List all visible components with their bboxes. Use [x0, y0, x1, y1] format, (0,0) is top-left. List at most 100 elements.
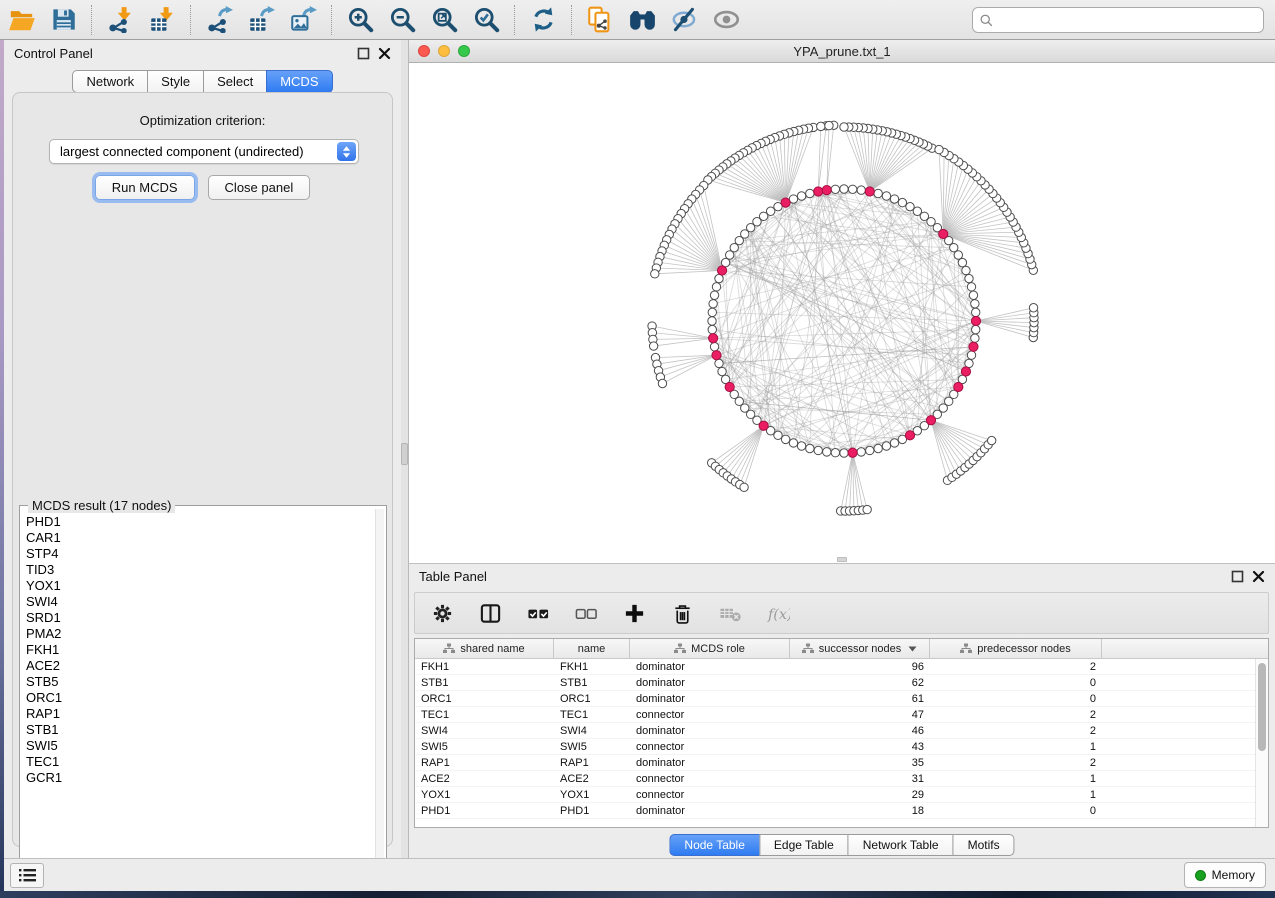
show-all-button[interactable]: [707, 3, 745, 37]
graph-leaf-node[interactable]: [840, 123, 848, 131]
graph-dominator-node[interactable]: [781, 198, 790, 207]
graph-node[interactable]: [848, 185, 856, 193]
graph-node[interactable]: [797, 192, 805, 200]
graph-node[interactable]: [814, 446, 822, 454]
graph-node[interactable]: [890, 439, 898, 447]
graph-node[interactable]: [882, 192, 890, 200]
delete-column-button[interactable]: [669, 600, 695, 626]
clone-network-button[interactable]: [581, 3, 619, 37]
zoom-out-button[interactable]: [383, 3, 421, 37]
mcds-result-item[interactable]: STB1: [24, 722, 372, 738]
graph-node[interactable]: [715, 359, 723, 367]
table-row[interactable]: YOX1YOX1connector291: [415, 787, 1255, 803]
network-canvas[interactable]: [409, 63, 1275, 562]
network-graph[interactable]: [409, 63, 1275, 562]
first-neighbors-button[interactable]: [623, 3, 661, 37]
table-settings-button[interactable]: [429, 600, 455, 626]
graph-dominator-node[interactable]: [954, 382, 963, 391]
zoom-selected-button[interactable]: [467, 3, 505, 37]
graph-node[interactable]: [725, 251, 733, 259]
graph-leaf-node[interactable]: [740, 483, 748, 491]
splitter-grip[interactable]: [401, 443, 408, 465]
graph-dominator-node[interactable]: [971, 316, 980, 325]
graph-node[interactable]: [840, 449, 848, 457]
column-header-successor-nodes[interactable]: successor nodes: [790, 639, 930, 658]
graph-node[interactable]: [823, 448, 831, 456]
graph-leaf-node[interactable]: [651, 270, 659, 278]
mcds-result-list[interactable]: PHD1CAR1STP4TID3YOX1SWI4SRD1PMA2FKH1ACE2…: [24, 514, 372, 872]
deselect-all-checkboxes-button[interactable]: [573, 600, 599, 626]
task-history-button[interactable]: [10, 863, 44, 888]
select-all-checkboxes-button[interactable]: [525, 600, 551, 626]
graph-node[interactable]: [965, 274, 973, 282]
graph-node[interactable]: [797, 442, 805, 450]
mcds-result-item[interactable]: ORC1: [24, 690, 372, 706]
graph-dominator-node[interactable]: [926, 416, 935, 425]
graph-dominator-node[interactable]: [759, 421, 768, 430]
horizontal-splitter-grip[interactable]: [837, 557, 847, 562]
mcds-result-item[interactable]: SRD1: [24, 610, 372, 626]
split-panel-button[interactable]: [477, 600, 503, 626]
mcds-result-item[interactable]: FKH1: [24, 642, 372, 658]
vertical-splitter[interactable]: [401, 40, 408, 858]
graph-node[interactable]: [971, 300, 979, 308]
mcds-result-item[interactable]: PMA2: [24, 626, 372, 642]
graph-node[interactable]: [967, 283, 975, 291]
graph-leaf-node[interactable]: [1029, 304, 1037, 312]
tab-select[interactable]: Select: [203, 70, 266, 93]
graph-node[interactable]: [710, 291, 718, 299]
graph-leaf-node[interactable]: [935, 145, 943, 153]
close-panel-button[interactable]: Close panel: [208, 175, 311, 200]
graph-node[interactable]: [708, 308, 716, 316]
graph-dominator-node[interactable]: [848, 448, 857, 457]
graph-node[interactable]: [840, 185, 848, 193]
save-session-button[interactable]: [44, 3, 82, 37]
table-scrollbar-thumb[interactable]: [1258, 663, 1266, 751]
graph-dominator-node[interactable]: [717, 266, 726, 275]
graph-leaf-node[interactable]: [817, 122, 825, 130]
graph-node[interactable]: [806, 444, 814, 452]
mcds-result-item[interactable]: TEC1: [24, 754, 372, 770]
graph-leaf-node[interactable]: [649, 342, 657, 350]
mcds-result-item[interactable]: PHD1: [24, 514, 372, 530]
graph-dominator-node[interactable]: [865, 187, 874, 196]
graph-node[interactable]: [962, 266, 970, 274]
float-panel-icon[interactable]: [357, 47, 370, 60]
mcds-result-item[interactable]: GCR1: [24, 770, 372, 786]
mcds-result-item[interactable]: SWI4: [24, 594, 372, 610]
graph-node[interactable]: [898, 198, 906, 206]
zoom-in-button[interactable]: [341, 3, 379, 37]
graph-node[interactable]: [971, 334, 979, 342]
tab-edge-table[interactable]: Edge Table: [759, 834, 848, 856]
memory-button[interactable]: Memory: [1184, 862, 1266, 888]
graph-dominator-node[interactable]: [961, 367, 970, 376]
graph-node[interactable]: [709, 300, 717, 308]
mcds-result-item[interactable]: CAR1: [24, 530, 372, 546]
table-row[interactable]: FKH1FKH1dominator962: [415, 659, 1255, 675]
import-table-button[interactable]: [143, 3, 181, 37]
close-panel-icon[interactable]: [378, 47, 391, 60]
graph-leaf-node[interactable]: [825, 121, 833, 129]
mcds-result-item[interactable]: YOX1: [24, 578, 372, 594]
table-row[interactable]: TEC1TEC1connector472: [415, 707, 1255, 723]
export-network-button[interactable]: [200, 3, 238, 37]
add-column-button[interactable]: [621, 600, 647, 626]
table-row[interactable]: STB1STB1dominator620: [415, 675, 1255, 691]
graph-leaf-node[interactable]: [863, 505, 871, 513]
mcds-result-item[interactable]: SWI5: [24, 738, 372, 754]
mcds-result-item[interactable]: STP4: [24, 546, 372, 562]
graph-node[interactable]: [710, 343, 718, 351]
mcds-result-item[interactable]: TID3: [24, 562, 372, 578]
graph-leaf-node[interactable]: [987, 436, 995, 444]
column-header-predecessor-nodes[interactable]: predecessor nodes: [930, 639, 1102, 658]
run-mcds-button[interactable]: Run MCDS: [95, 175, 195, 200]
refresh-view-button[interactable]: [524, 3, 562, 37]
graph-node[interactable]: [969, 291, 977, 299]
graph-dominator-node[interactable]: [709, 334, 718, 343]
graph-node[interactable]: [715, 274, 723, 282]
open-file-button[interactable]: [2, 3, 40, 37]
graph-node[interactable]: [774, 431, 782, 439]
tab-network[interactable]: Network: [72, 70, 147, 93]
search-input[interactable]: [999, 13, 1257, 27]
graph-dominator-node[interactable]: [822, 186, 831, 195]
